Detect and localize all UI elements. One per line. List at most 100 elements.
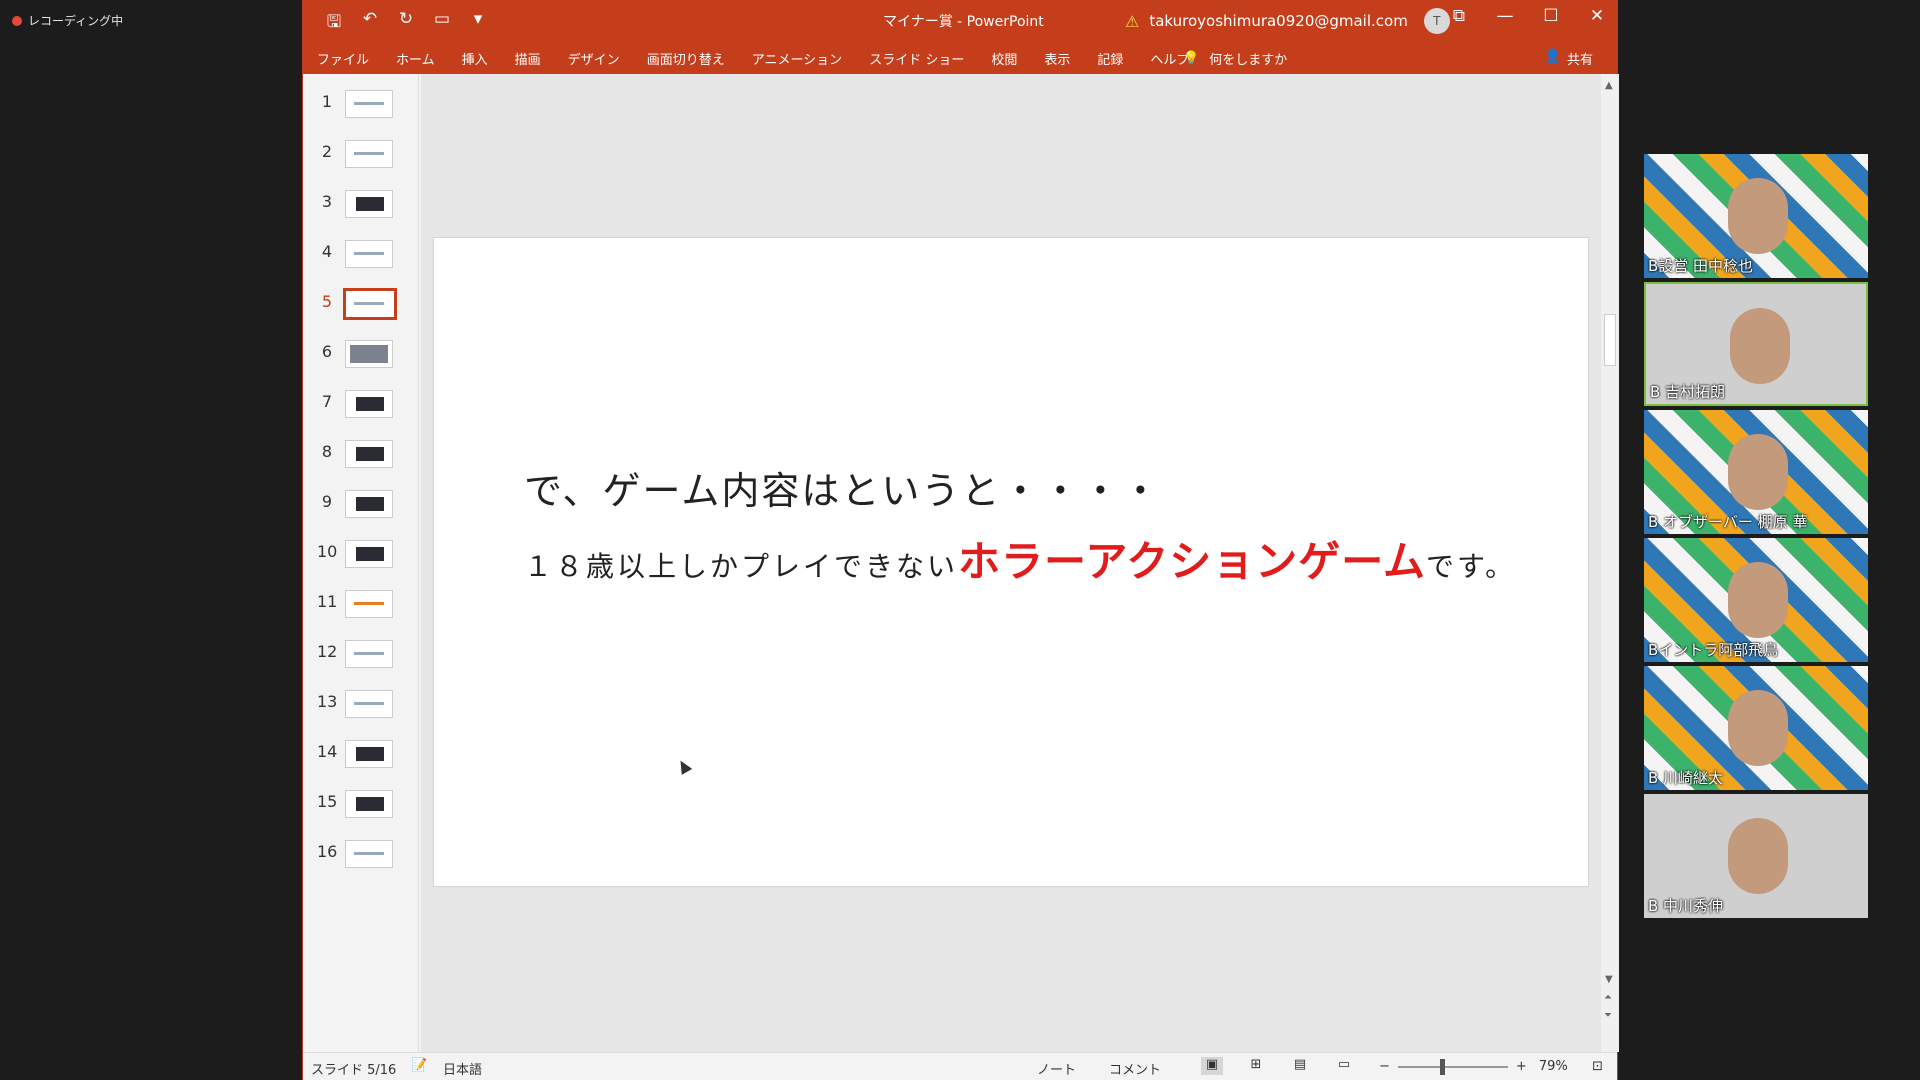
vertical-scrollbar[interactable]: ▲ ▼ ⏶ ⏷: [1601, 74, 1619, 1052]
thumbnail-3[interactable]: 3: [303, 190, 419, 240]
thumbnail-number: 4: [321, 242, 333, 261]
thumbnail-4[interactable]: 4: [303, 240, 419, 290]
tell-me-label: 何をしますか: [1209, 53, 1288, 68]
avatar[interactable]: T: [1423, 8, 1450, 34]
next-slide-icon[interactable]: ⏷: [1604, 1010, 1612, 1021]
normal-view-icon[interactable]: ▣: [1201, 1057, 1223, 1075]
thumbnail-7[interactable]: 7: [303, 390, 419, 440]
thumbnail-image[interactable]: [345, 490, 393, 518]
tell-me-search[interactable]: 💡 何をしますか: [1183, 49, 1287, 68]
fit-slide-icon[interactable]: ⊡: [1592, 1059, 1603, 1074]
scroll-up-icon[interactable]: ▲: [1605, 80, 1613, 91]
zoom-out-icon[interactable]: −: [1379, 1059, 1390, 1074]
participant-tile[interactable]: Bイントラ阿部飛鳥: [1644, 538, 1868, 662]
participant-tile[interactable]: B 川崎継太: [1644, 666, 1868, 790]
close-icon[interactable]: ✕: [1585, 6, 1609, 26]
tab-slideshow[interactable]: スライド ショー: [869, 49, 964, 68]
maximize-icon[interactable]: ☐: [1539, 6, 1563, 26]
slide-sorter-icon[interactable]: ⊞: [1245, 1057, 1267, 1075]
language-indicator[interactable]: 日本語: [443, 1059, 482, 1078]
tab-animations[interactable]: アニメーション: [752, 49, 842, 68]
document-title: マイナー賞 - PowerPoint: [883, 14, 1044, 30]
thumbnail-9[interactable]: 9: [303, 490, 419, 540]
thumbnail-16[interactable]: 16: [303, 840, 419, 890]
spellcheck-icon[interactable]: 📝: [411, 1058, 427, 1073]
participant-tile[interactable]: B オブザーバー 棚原 華: [1644, 410, 1868, 534]
slide-heading[interactable]: で、ゲーム内容はというと・・・・: [524, 460, 1161, 515]
account-area[interactable]: ⚠ takuroyoshimura0920@gmail.com T: [1125, 8, 1450, 34]
scroll-down-icon[interactable]: ▼: [1605, 974, 1613, 985]
participant-video: [1728, 434, 1788, 510]
tab-view[interactable]: 表示: [1044, 49, 1070, 68]
thumbnail-1[interactable]: 1: [303, 90, 419, 140]
redo-icon[interactable]: ↻: [395, 9, 417, 38]
tab-home[interactable]: ホーム: [396, 49, 435, 68]
recording-indicator: レコーディング中: [12, 12, 123, 29]
record-dot-icon: [12, 15, 22, 26]
previous-slide-icon[interactable]: ⏶: [1604, 992, 1612, 1003]
thumbnail-image[interactable]: [345, 540, 393, 568]
undo-icon[interactable]: ↶: [359, 9, 381, 38]
status-bar: スライド 5/16 📝 日本語 ノート コメント ▣ ⊞ ▤ ▭ − + 79%…: [303, 1052, 1617, 1080]
minimize-icon[interactable]: —: [1493, 6, 1517, 26]
tab-review[interactable]: 校閲: [991, 49, 1017, 68]
save-icon[interactable]: 🖫: [323, 9, 345, 38]
thumbnail-image[interactable]: [345, 340, 393, 368]
slide-body[interactable]: １８歳以上しかプレイできない ホラーアクションゲーム です。: [524, 528, 1516, 589]
thumbnail-image[interactable]: [343, 288, 397, 320]
thumbnail-8[interactable]: 8: [303, 440, 419, 490]
thumbnail-image[interactable]: [345, 90, 393, 118]
thumbnail-image[interactable]: [345, 390, 393, 418]
thumbnail-image[interactable]: [345, 240, 393, 268]
thumbnail-image[interactable]: [345, 140, 393, 168]
thumbnail-image[interactable]: [345, 740, 393, 768]
participant-tile[interactable]: B設営 田中稔也: [1644, 154, 1868, 278]
thumbnail-12[interactable]: 12: [303, 640, 419, 690]
thumbnail-number: 3: [321, 192, 333, 211]
thumbnail-5[interactable]: 5: [303, 288, 419, 340]
comments-button[interactable]: コメント: [1109, 1059, 1161, 1078]
tab-draw[interactable]: 描画: [515, 49, 541, 68]
slide-body-prefix: １８歳以上しかプレイできない: [524, 550, 959, 583]
thumbnail-image[interactable]: [345, 590, 393, 618]
tab-transitions[interactable]: 画面切り替え: [647, 49, 725, 68]
thumbnail-image[interactable]: [345, 440, 393, 468]
warning-icon[interactable]: ⚠: [1125, 12, 1139, 31]
thumbnail-10[interactable]: 10: [303, 540, 419, 590]
tab-design[interactable]: デザイン: [568, 49, 620, 68]
thumbnail-image[interactable]: [345, 690, 393, 718]
thumbnail-11[interactable]: 11: [303, 590, 419, 640]
zoom-slider[interactable]: [1397, 1058, 1508, 1075]
thumbnail-14[interactable]: 14: [303, 740, 419, 790]
tab-file[interactable]: ファイル: [317, 49, 369, 68]
participant-tile-speaking[interactable]: B 吉村拓朗: [1644, 282, 1868, 406]
customize-qat-icon[interactable]: ▾: [467, 9, 489, 38]
scroll-thumb[interactable]: [1604, 314, 1616, 366]
zoom-slider-knob[interactable]: [1439, 1058, 1445, 1075]
thumbnail-number: 7: [321, 392, 333, 411]
tab-record[interactable]: 記録: [1097, 49, 1123, 68]
thumbnail-number: 15: [317, 792, 338, 811]
ribbon-display-icon[interactable]: ⧉: [1447, 6, 1471, 26]
zoom-in-icon[interactable]: +: [1516, 1059, 1527, 1074]
thumbnail-15[interactable]: 15: [303, 790, 419, 840]
zoom-level[interactable]: 79%: [1539, 1059, 1568, 1074]
thumbnail-13[interactable]: 13: [303, 690, 419, 740]
thumbnail-2[interactable]: 2: [303, 140, 419, 190]
account-email[interactable]: takuroyoshimura0920@gmail.com: [1149, 12, 1407, 30]
thumbnail-6[interactable]: 6: [303, 340, 419, 390]
thumbnail-image[interactable]: [345, 640, 393, 668]
participant-tile[interactable]: B 中川秀伸: [1644, 794, 1868, 918]
thumbnail-image[interactable]: [345, 790, 393, 818]
tab-insert[interactable]: 挿入: [462, 49, 488, 68]
present-icon[interactable]: ▭: [431, 9, 453, 38]
thumbnail-image[interactable]: [345, 190, 393, 218]
reading-view-icon[interactable]: ▤: [1289, 1057, 1311, 1075]
share-button[interactable]: 👤 共有: [1545, 49, 1593, 68]
participant-name: Bイントラ阿部飛鳥: [1648, 641, 1779, 659]
slideshow-view-icon[interactable]: ▭: [1333, 1057, 1355, 1075]
current-slide[interactable]: で、ゲーム内容はというと・・・・ １８歳以上しかプレイできない ホラーアクション…: [433, 237, 1589, 887]
thumbnail-number: 11: [317, 592, 338, 611]
notes-button[interactable]: ノート: [1037, 1059, 1076, 1078]
thumbnail-image[interactable]: [345, 840, 393, 868]
